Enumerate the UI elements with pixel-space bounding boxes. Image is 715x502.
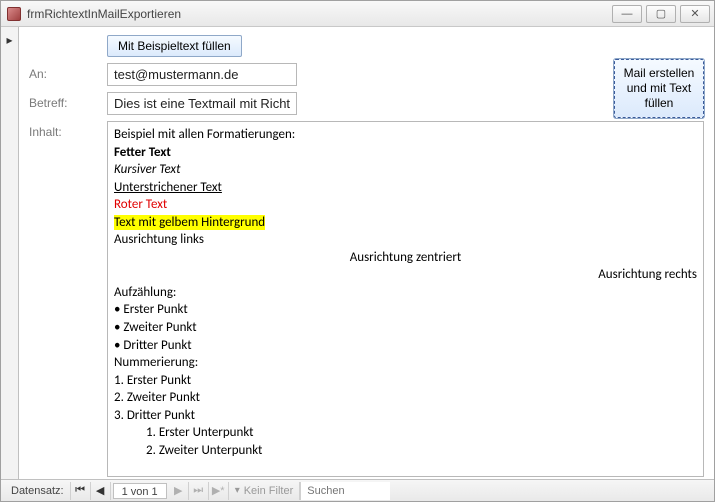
record-navigator: Datensatz: ⏮ ◀ 1 von 1 ▶ ⏭ ▶* ▾Kein Filt… xyxy=(1,479,714,501)
app-icon xyxy=(7,7,21,21)
rt-number-1: 1. Erster Punkt xyxy=(114,372,697,390)
form-area: Mit Beispieltext füllen Mail erstellen u… xyxy=(19,27,714,479)
rt-sub-1: 1. Erster Unterpunkt xyxy=(114,424,697,442)
rt-bullets-title: Aufzählung: xyxy=(114,284,697,302)
rt-heading: Beispiel mit allen Formatierungen: xyxy=(114,126,697,144)
rt-align-right: Ausrichtung rechts xyxy=(114,266,697,284)
funnel-icon: ▾ xyxy=(235,485,240,496)
nav-prev-button[interactable]: ◀ xyxy=(91,482,111,500)
window-title: frmRichtextInMailExportieren xyxy=(27,7,608,21)
rt-align-left: Ausrichtung links xyxy=(114,231,697,249)
rt-highlight: Text mit gelbem Hintergrund xyxy=(114,215,265,230)
content-label: Inhalt: xyxy=(29,121,107,139)
content-field[interactable]: Beispiel mit allen Formatierungen: Fette… xyxy=(107,121,704,477)
maximize-button[interactable]: ▢ xyxy=(646,5,676,23)
rt-bullet-2: • Zweiter Punkt xyxy=(114,319,697,337)
subject-field[interactable] xyxy=(107,92,297,115)
rt-sub-2: 2. Zweiter Unterpunkt xyxy=(114,442,697,460)
record-selector[interactable]: ▸ xyxy=(1,27,19,479)
subject-label: Betreff: xyxy=(29,92,107,110)
nav-new-button[interactable]: ▶* xyxy=(209,482,229,500)
rt-align-center: Ausrichtung zentriert xyxy=(114,249,697,267)
rt-bullet-3: • Dritter Punkt xyxy=(114,337,697,355)
rt-number-3: 3. Dritter Punkt xyxy=(114,407,697,425)
nav-label: Datensatz: xyxy=(5,482,71,500)
rt-red: Roter Text xyxy=(114,196,697,214)
nav-filter[interactable]: ▾Kein Filter xyxy=(229,482,301,500)
rt-number-2: 2. Zweiter Punkt xyxy=(114,389,697,407)
nav-position[interactable]: 1 von 1 xyxy=(113,483,167,499)
close-button[interactable]: ✕ xyxy=(680,5,710,23)
rt-underline: Unterstrichener Text xyxy=(114,179,697,197)
to-field[interactable] xyxy=(107,63,297,86)
nav-next-button[interactable]: ▶ xyxy=(169,482,189,500)
create-mail-button[interactable]: Mail erstellen und mit Text füllen xyxy=(614,59,704,118)
nav-first-button[interactable]: ⏮ xyxy=(71,482,91,500)
rt-bold: Fetter Text xyxy=(114,144,697,162)
title-bar: frmRichtextInMailExportieren — ▢ ✕ xyxy=(1,1,714,27)
nav-search-input[interactable] xyxy=(300,482,390,500)
minimize-button[interactable]: — xyxy=(612,5,642,23)
to-label: An: xyxy=(29,63,107,81)
rt-italic: Kursiver Text xyxy=(114,161,697,179)
rt-numbers-title: Nummerierung: xyxy=(114,354,697,372)
rt-highlight-line: Text mit gelbem Hintergrund xyxy=(114,214,697,232)
nav-last-button[interactable]: ⏭ xyxy=(189,482,209,500)
rt-bullet-1: • Erster Punkt xyxy=(114,301,697,319)
fill-example-button[interactable]: Mit Beispieltext füllen xyxy=(107,35,242,57)
